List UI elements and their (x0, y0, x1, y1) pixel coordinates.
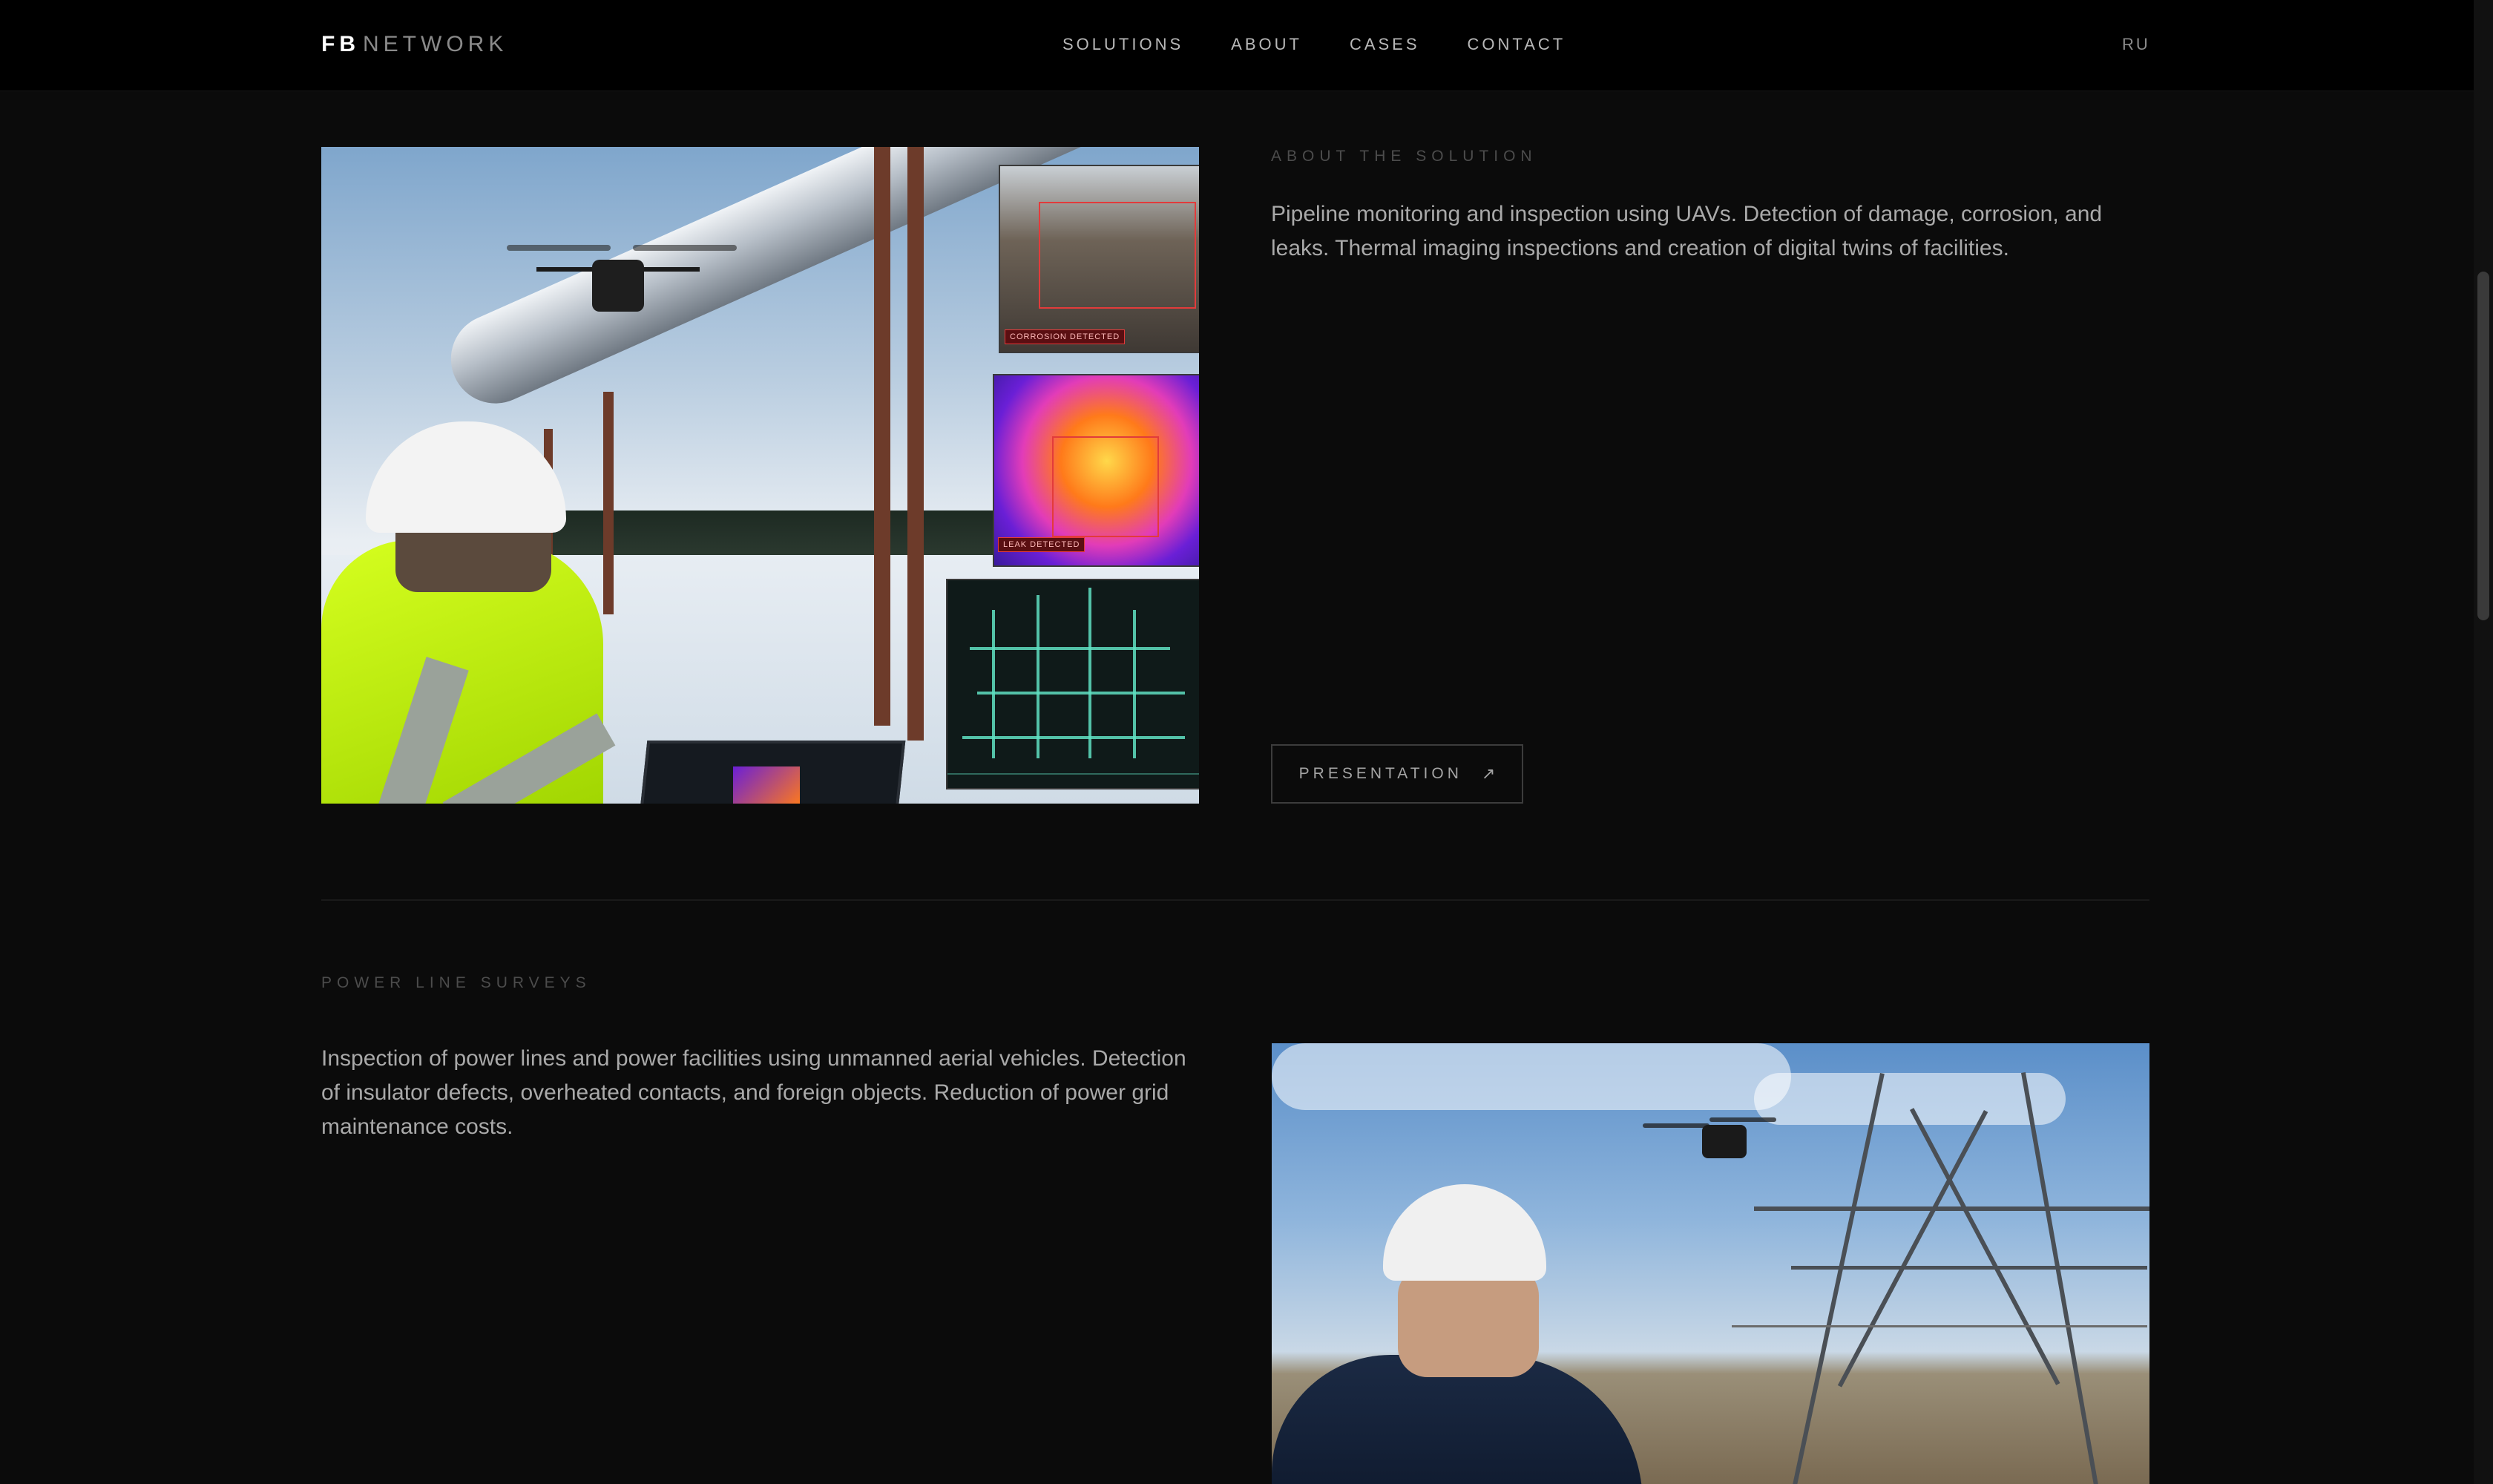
logo-light: NETWORK (363, 32, 508, 56)
drone (1702, 1125, 1747, 1158)
laptop-thermal-view (733, 766, 800, 804)
nav-item-about[interactable]: ABOUT (1231, 33, 1302, 56)
detection-box (1039, 202, 1196, 309)
site-header: FB NETWORK SOLUTIONS ABOUT CASES CONTACT … (0, 0, 2474, 91)
presentation-button-label: PRESENTATION (1298, 765, 1462, 782)
drone (507, 237, 737, 326)
scrollbar-thumb[interactable] (2477, 272, 2489, 620)
main-nav: SOLUTIONS ABOUT CASES CONTACT (1062, 33, 1566, 56)
engineer-head (1398, 1266, 1539, 1377)
language-switch[interactable]: RU (2122, 33, 2150, 56)
vertical-scrollbar[interactable] (2474, 0, 2493, 1484)
section-divider (321, 899, 2149, 901)
section-description: Inspection of power lines and power faci… (321, 1046, 1186, 1139)
presentation-button[interactable]: PRESENTATION ↗ (1271, 744, 1523, 804)
detection-box (1052, 436, 1159, 537)
nav-item-contact[interactable]: CONTACT (1468, 33, 1566, 56)
corrosion-tag: CORROSION DETECTED (1005, 329, 1126, 344)
section-eyebrow: ABOUT THE SOLUTION (1271, 148, 1537, 165)
pipe-support (907, 147, 924, 741)
nav-item-solutions[interactable]: SOLUTIONS (1062, 33, 1183, 56)
corrosion-inset (999, 165, 1199, 353)
pipeline-inspection-image: CORROSION DETECTED LEAK DETECTED (321, 147, 1199, 804)
pipe-support (874, 147, 890, 726)
digital-twin-inset (946, 579, 1199, 789)
hard-hat (366, 421, 566, 533)
pipe-support (603, 392, 614, 614)
hard-hat (1383, 1184, 1546, 1281)
section-eyebrow: POWER LINE SURVEYS (321, 974, 591, 991)
power-line-inspection-image (1272, 1043, 2149, 1484)
logo-bold: FB (321, 32, 360, 56)
arrow-up-right-icon: ↗ (1481, 764, 1496, 783)
logo[interactable]: FB NETWORK (321, 28, 508, 61)
leak-tag: LEAK DETECTED (998, 537, 1085, 552)
section-description: Pipeline monitoring and inspection using… (1271, 202, 2103, 260)
nav-item-cases[interactable]: CASES (1350, 33, 1420, 56)
